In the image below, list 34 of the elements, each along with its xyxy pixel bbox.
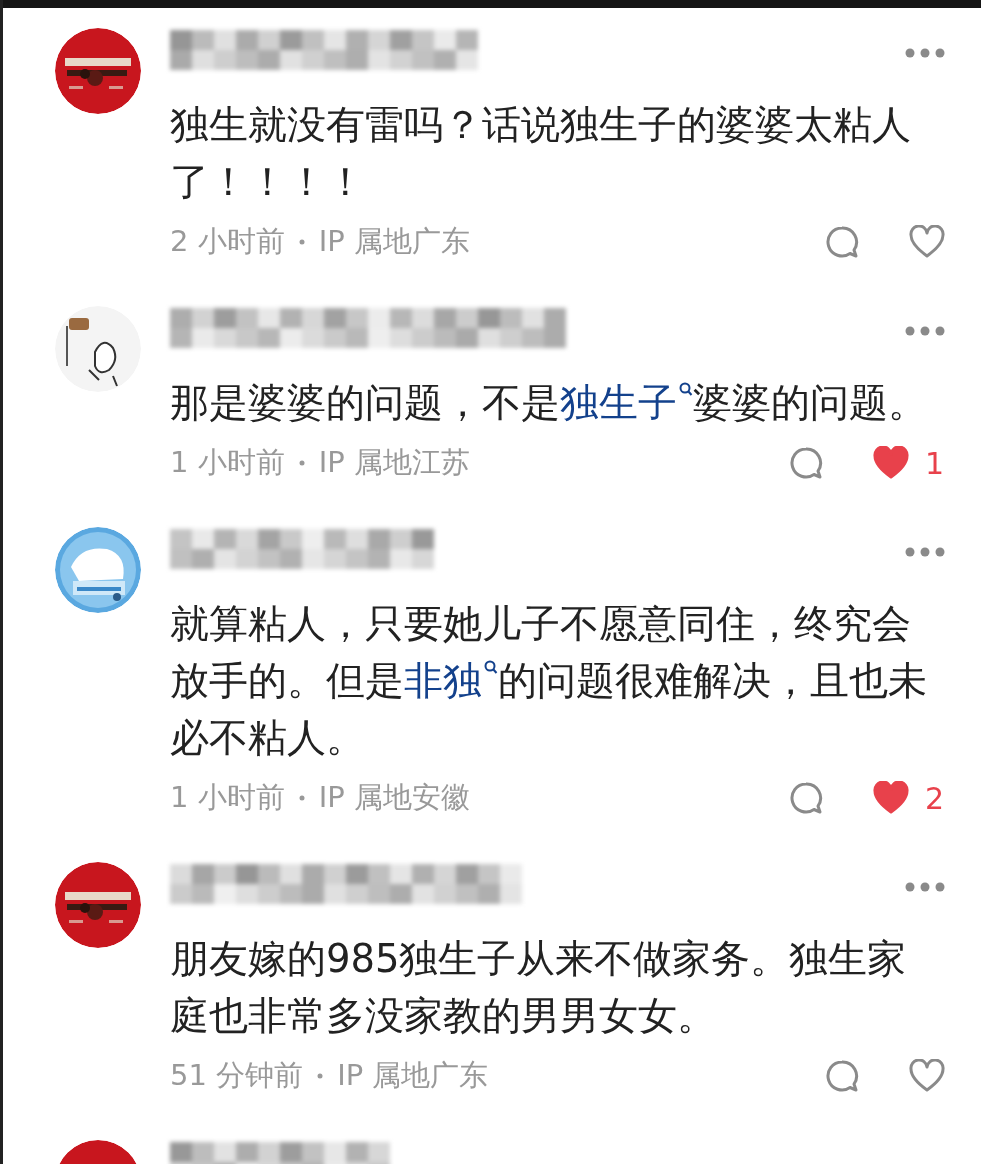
ip-location: IP 属地广东 [318, 223, 470, 260]
reply-icon[interactable] [789, 781, 823, 815]
separator-dot [298, 239, 305, 245]
more-icon[interactable] [905, 547, 945, 557]
separator-dot [298, 795, 305, 801]
search-icon [484, 660, 498, 676]
ip-location: IP 属地江苏 [318, 444, 470, 481]
like-count: 2 [925, 780, 945, 816]
like-icon[interactable] [909, 225, 945, 259]
separator-dot [317, 1073, 324, 1079]
reply-icon[interactable] [825, 225, 859, 259]
comment-text: 就算粘人，只要她儿子不愿意同住，终究会放手的。但是非独 的问题很难解决，且也未必不粘人。 [170, 600, 928, 762]
comment-time: 1 小时前 [170, 444, 285, 481]
comment-time: 2 小时前 [170, 223, 285, 260]
ip-location: IP 属地广东 [337, 1057, 489, 1094]
like-count: 1 [925, 445, 945, 481]
comment-text: 独生就没有雷吗？话说独生子的婆婆太粘人了！！！！ [170, 101, 912, 206]
link[interactable]: 独生子 [560, 380, 693, 425]
link[interactable]: 非独 [404, 658, 498, 703]
comment-time: 1 小时前 [170, 779, 285, 816]
more-icon[interactable] [905, 48, 945, 58]
separator-dot [298, 460, 305, 466]
reply-icon[interactable] [789, 446, 823, 480]
like-icon[interactable] [909, 1059, 945, 1093]
comment-time: 51 分钟前 [170, 1057, 304, 1094]
like-icon[interactable] [873, 781, 909, 815]
reply-icon[interactable] [825, 1059, 859, 1093]
ip-location: IP 属地安徽 [318, 779, 470, 816]
comment-text: 那是婆婆的问题，不是独生子 婆婆的问题。 [170, 379, 928, 427]
search-icon [679, 382, 693, 398]
like-icon[interactable] [873, 446, 909, 480]
more-icon[interactable] [905, 882, 945, 892]
comment-text: 朋友嫁的985独生子从来不做家务。独生家庭也非常多没家教的男男女女。 [170, 935, 908, 1040]
more-icon[interactable] [905, 326, 945, 336]
